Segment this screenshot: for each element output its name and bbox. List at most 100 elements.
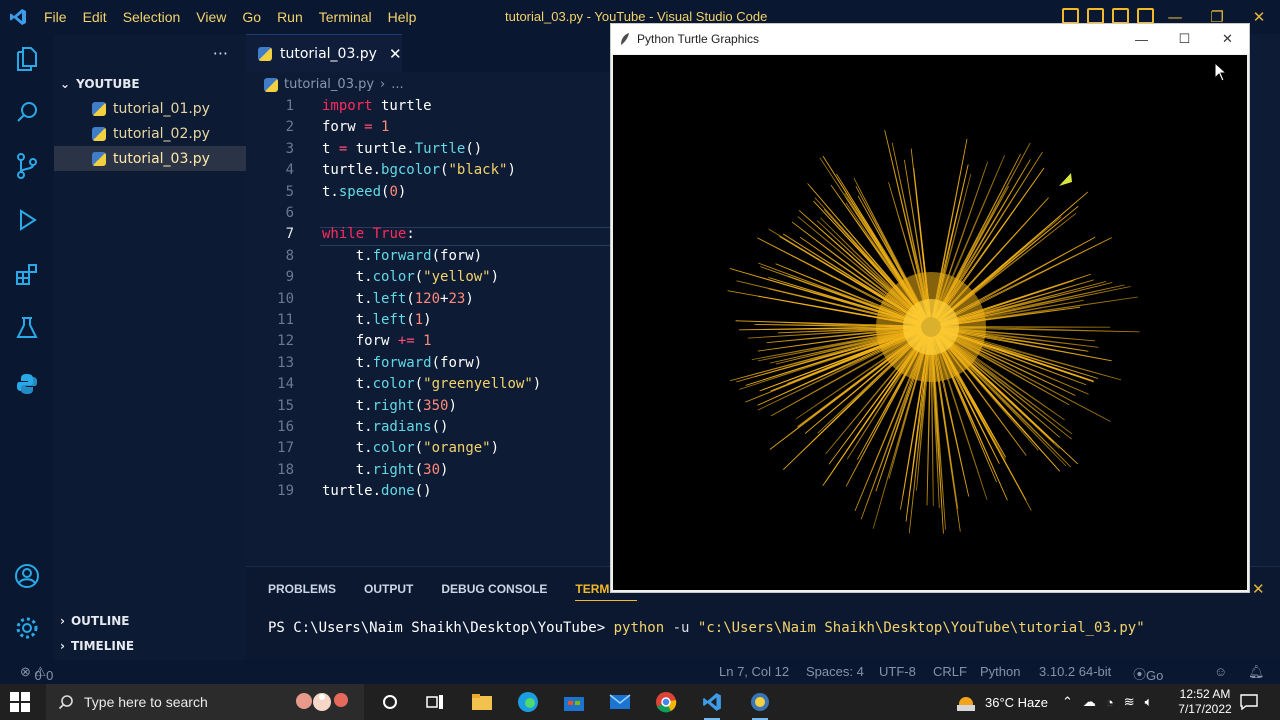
weather-sun-icon (957, 697, 975, 711)
code-line[interactable]: 1 import turtle (246, 96, 610, 117)
source-control-icon[interactable] (13, 152, 41, 180)
file-explorer-icon[interactable] (470, 690, 494, 714)
code-line[interactable]: 17 t.color("orange") (246, 438, 610, 459)
weather-widget[interactable]: 36°C Haze (955, 684, 1048, 720)
network-icon[interactable]: ◔ (1106, 695, 1114, 710)
code-line[interactable]: 15 t.right(350) (246, 396, 610, 417)
toggle-sidebar-icon[interactable] (1062, 8, 1079, 24)
encoding[interactable]: UTF-8 (879, 664, 916, 679)
minimize-icon[interactable]: — (1120, 24, 1163, 54)
python-taskbar-icon[interactable] (748, 690, 772, 720)
close-panel-icon[interactable]: ✕ (1252, 580, 1265, 598)
onedrive-icon[interactable]: ☁ (1083, 694, 1096, 710)
line-number: 16 (277, 419, 294, 435)
account-icon[interactable] (13, 562, 41, 590)
settings-gear-icon[interactable] (13, 614, 41, 642)
turtle-title-bar[interactable]: Python Turtle Graphics — ☐ ✕ (611, 24, 1249, 54)
vscode-taskbar-icon[interactable] (700, 690, 724, 720)
menu-file[interactable]: File (36, 9, 75, 25)
breadcrumb-more[interactable]: ... (391, 77, 403, 92)
errors-warnings[interactable]: ⊗ 0 ⚠ 0 (20, 664, 53, 683)
edge-browser-icon[interactable] (516, 690, 540, 714)
run-debug-icon[interactable] (13, 206, 41, 234)
code-line[interactable]: 4 turtle.bgcolor("black") (246, 160, 610, 181)
tab-problems[interactable]: PROBLEMS (268, 582, 336, 601)
customize-layout-icon[interactable] (1137, 8, 1154, 24)
mail-icon[interactable] (608, 690, 632, 714)
menu-help[interactable]: Help (380, 9, 425, 25)
menu-selection[interactable]: Selection (115, 9, 189, 25)
code-line[interactable]: 8 t.forward(forw) (246, 246, 610, 267)
code-line[interactable]: 12 forw += 1 (246, 331, 610, 352)
outline-section[interactable]: › OUTLINE (54, 608, 246, 633)
code-line[interactable]: 3 t = turtle.Turtle() (246, 139, 610, 160)
tab-output[interactable]: OUTPUT (364, 582, 413, 601)
menu-view[interactable]: View (188, 9, 234, 25)
code-editor[interactable]: 1 import turtle 2 forw = 1 3 t = turtle.Turtl… (246, 96, 610, 566)
toggle-panel-icon[interactable] (1087, 8, 1104, 24)
terminal-line[interactable]: PS C:\Users\Naim Shaikh\Desktop\YouTube>… (268, 620, 1145, 636)
cortana-icon[interactable] (378, 690, 402, 714)
vscode-logo-icon[interactable] (0, 0, 36, 34)
windows-start-icon[interactable] (10, 692, 30, 712)
turtle-window-title: Python Turtle Graphics (637, 32, 760, 46)
taskbar-search[interactable]: Type here to search (46, 684, 364, 720)
code-line[interactable]: 13 t.forward(forw) (246, 353, 610, 374)
go-live-button[interactable]: ⦿ Go Live (1133, 664, 1170, 698)
clock[interactable]: 12:52 AM 7/17/2022 (1175, 684, 1235, 720)
code-line[interactable]: 7 while True: (246, 224, 610, 245)
maximize-icon[interactable]: ☐ (1163, 24, 1206, 54)
cursor-position[interactable]: Ln 7, Col 12 (719, 664, 789, 679)
breadcrumb-file[interactable]: tutorial_03.py (284, 77, 374, 92)
testing-icon[interactable] (13, 314, 41, 342)
indentation[interactable]: Spaces: 4 (806, 664, 864, 679)
toggle-secondary-sidebar-icon[interactable] (1112, 8, 1129, 24)
menu-run[interactable]: Run (269, 9, 311, 25)
language-mode[interactable]: Python (980, 664, 1020, 679)
code-line[interactable]: 5 t.speed(0) (246, 182, 610, 203)
menu-go[interactable]: Go (234, 9, 269, 25)
file-label: tutorial_03.py (113, 150, 210, 167)
action-center-icon[interactable] (1240, 684, 1258, 720)
file-item[interactable]: tutorial_02.py (54, 121, 246, 146)
close-icon[interactable]: ✕ (1206, 24, 1249, 54)
file-item[interactable]: tutorial_01.py (54, 96, 246, 121)
explorer-more-actions-icon[interactable]: ··· (54, 34, 246, 72)
search-icon[interactable] (13, 98, 41, 126)
close-tab-icon[interactable]: ✕ (389, 45, 402, 63)
code-line[interactable]: 14 t.color("greenyellow") (246, 374, 610, 395)
menu-terminal[interactable]: Terminal (311, 9, 380, 25)
code-text: t.left(120+23) (322, 290, 474, 307)
feedback-icon[interactable]: ☺ (1214, 664, 1227, 679)
code-line[interactable]: 10 t.left(120+23) (246, 289, 610, 310)
code-line[interactable]: 9 t.color("yellow") (246, 267, 610, 288)
tab-tutorial-03[interactable]: tutorial_03.py ✕ (246, 34, 402, 72)
timeline-section[interactable]: › TIMELINE (54, 633, 246, 658)
notifications-bell-icon[interactable]: 🔔︎ (1248, 664, 1265, 680)
store-icon[interactable] (562, 690, 586, 714)
code-line[interactable]: 16 t.radians() (246, 417, 610, 438)
code-line[interactable]: 2 forw = 1 (246, 117, 610, 138)
interpreter-version[interactable]: 3.10.2 64-bit (1039, 664, 1111, 679)
code-line[interactable]: 18 t.right(30) (246, 460, 610, 481)
wifi-icon[interactable]: ≋ (1124, 694, 1135, 710)
extensions-icon[interactable] (13, 260, 41, 288)
task-view-icon[interactable] (423, 690, 447, 714)
code-line[interactable]: 19 turtle.done() (246, 481, 610, 502)
volume-icon[interactable]: 🔈︎ (1145, 694, 1153, 710)
code-line[interactable]: 11 t.left(1) (246, 310, 610, 331)
line-number: 17 (277, 440, 294, 457)
code-line[interactable]: 6 (246, 203, 610, 224)
turtle-graphics-window[interactable]: Python Turtle Graphics — ☐ ✕ (610, 23, 1250, 593)
chrome-icon[interactable] (654, 690, 678, 714)
folder-youtube[interactable]: ⌄ YOUTUBE (54, 72, 246, 96)
chevron-up-icon[interactable]: ⌃ (1062, 694, 1073, 710)
status-bar: ⊗ 0 ⚠ 0 Ln 7, Col 12 Spaces: 4 UTF-8 CRL… (0, 660, 1280, 698)
file-item-active[interactable]: tutorial_03.py (54, 146, 246, 171)
menu-edit[interactable]: Edit (75, 9, 115, 25)
turtle-canvas[interactable] (613, 55, 1247, 590)
explorer-icon[interactable] (13, 44, 41, 72)
tab-debug-console[interactable]: DEBUG CONSOLE (441, 582, 547, 601)
line-ending[interactable]: CRLF (933, 664, 967, 679)
python-icon[interactable] (13, 370, 41, 398)
